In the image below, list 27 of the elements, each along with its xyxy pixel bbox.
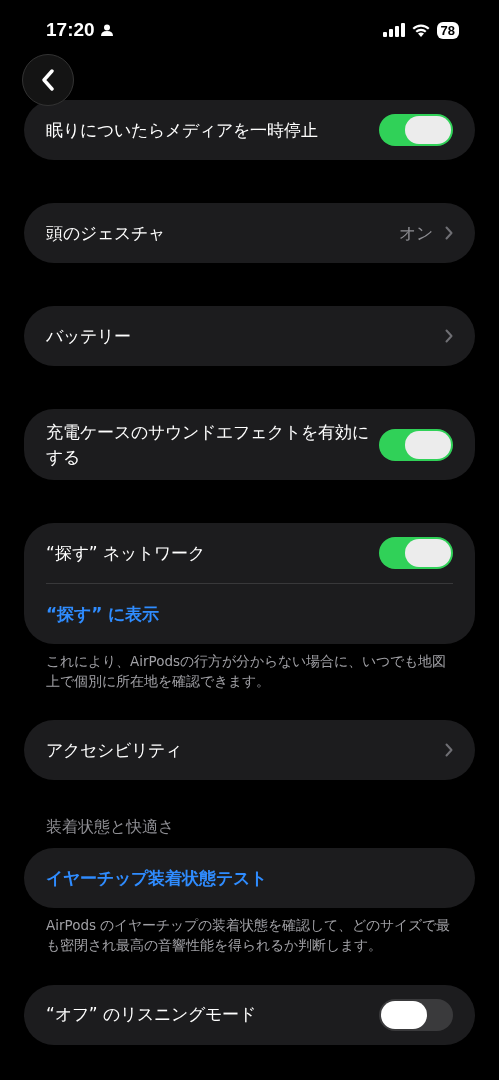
toggle-switch[interactable] (379, 998, 453, 1031)
setting-label: “探す” ネットワーク (46, 541, 207, 565)
setting-label: 眠りについたらメディアを一時停止 (46, 118, 319, 142)
setting-value: オン (399, 221, 433, 245)
chevron-right-icon (445, 329, 453, 343)
toggle-switch[interactable] (379, 428, 453, 461)
battery-level: 78 (436, 21, 459, 39)
link[interactable]: “探す” に表示 (46, 602, 160, 626)
chevron-right-icon (445, 226, 453, 240)
toggle-switch[interactable] (379, 114, 453, 146)
section-footer: AirPods のイヤーチップの装着状態を確認して、どのサイズで最も密閉され最高の音響性能を得られるか判断します。 (24, 908, 475, 956)
setting-label[interactable]: 頭のジェスチャ (46, 220, 389, 246)
wifi-icon (410, 23, 431, 37)
person-icon (100, 24, 113, 36)
toggle-switch[interactable] (379, 537, 453, 570)
setting-label: “オフ” のリスニングモード (46, 1003, 258, 1027)
setting-label[interactable]: アクセシビリティ (46, 738, 433, 763)
status-time: 17:20 (46, 19, 95, 41)
link[interactable]: イヤーチップ装着状態テスト (46, 866, 267, 890)
setting-label: 充電ケースのサウンドエフェクトを有効にする (46, 421, 369, 469)
back-button[interactable] (22, 54, 74, 106)
signal-icon (382, 23, 405, 37)
section-header: 装着状態と快適さ (45, 817, 175, 839)
section-footer: これにより、AirPodsの行方が分からない場合に、いつでも地図上で個別に所在地を確認できます。 (24, 644, 475, 692)
chevron-right-icon (445, 743, 453, 758)
chevron-left-icon (41, 69, 55, 91)
setting-label[interactable]: バッテリー (46, 323, 433, 349)
